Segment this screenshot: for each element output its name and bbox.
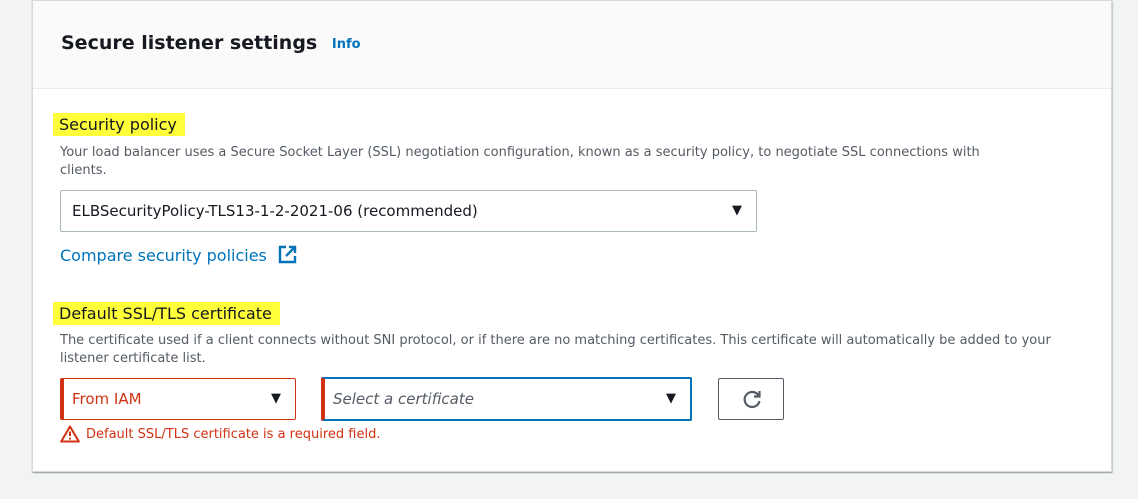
compare-link-text: Compare security policies — [60, 246, 267, 265]
refresh-icon — [743, 390, 761, 409]
secure-listener-settings-panel: Secure listener settings Info Security p… — [32, 0, 1112, 472]
caret-down-icon: ▼ — [666, 391, 676, 406]
certificate-label: Default SSL/TLS certificate — [53, 302, 280, 325]
caret-down-icon: ▼ — [271, 391, 281, 406]
certificate-description: The certificate used if a client connect… — [60, 333, 1051, 366]
security-policy-selected-value: ELBSecurityPolicy-TLS13-1-2-2021-06 (rec… — [72, 202, 478, 220]
certificate-select[interactable]: Select a certificate ▼ — [321, 377, 692, 421]
certificate-error-text: Default SSL/TLS certificate is a require… — [86, 426, 381, 442]
certificate-source-select[interactable]: From IAM ▼ — [60, 378, 296, 420]
refresh-certificates-button[interactable] — [718, 378, 784, 420]
security-policy-label: Security policy — [53, 113, 185, 136]
certificate-select-placeholder: Select a certificate — [333, 390, 474, 408]
security-policy-description: Your load balancer uses a Secure Socket … — [60, 145, 980, 178]
security-policy-select[interactable]: ELBSecurityPolicy-TLS13-1-2-2021-06 (rec… — [60, 190, 757, 232]
info-link[interactable]: Info — [332, 37, 361, 52]
warning-icon — [60, 425, 80, 443]
panel-title-text: Secure listener settings — [61, 32, 318, 54]
panel-header: Secure listener settings Info — [33, 1, 1111, 89]
external-link-icon — [278, 245, 297, 268]
caret-down-icon: ▼ — [732, 203, 742, 218]
certificate-source-value: From IAM — [72, 390, 142, 408]
certificate-error-message: Default SSL/TLS certificate is a require… — [60, 425, 380, 443]
compare-security-policies-link[interactable]: Compare security policies — [60, 245, 297, 268]
panel-title: Secure listener settings Info — [61, 32, 361, 54]
